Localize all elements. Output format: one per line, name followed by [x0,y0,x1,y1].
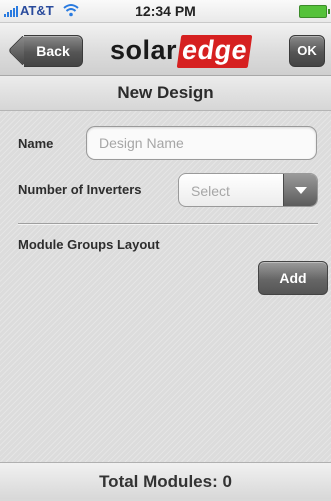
back-button[interactable]: Back [24,35,83,67]
inverters-select[interactable]: Select [178,173,318,207]
module-groups-label: Module Groups Layout [18,237,160,252]
logo-text-edge: edge [176,35,253,68]
chevron-down-icon[interactable] [283,174,317,206]
battery-icon [299,5,330,18]
status-bar: AT&T 12:34 PM [0,0,331,23]
solaredge-logo: solar edge [110,35,253,68]
total-modules-footer: Total Modules: 0 [0,462,331,499]
nav-bar: Back solar edge OK [0,23,331,76]
inverters-select-value: Select [191,183,230,199]
status-time: 12:34 PM [135,3,196,19]
inverters-label: Number of Inverters [18,182,142,197]
logo-text-solar: solar [110,35,178,65]
name-label: Name [18,136,54,151]
page-title: New Design [0,76,331,111]
ok-button[interactable]: OK [289,35,325,67]
add-button[interactable]: Add [258,261,328,295]
design-name-input[interactable] [86,126,317,160]
section-divider [18,223,318,225]
form-content: Name Number of Inverters Select Module G… [0,111,331,462]
